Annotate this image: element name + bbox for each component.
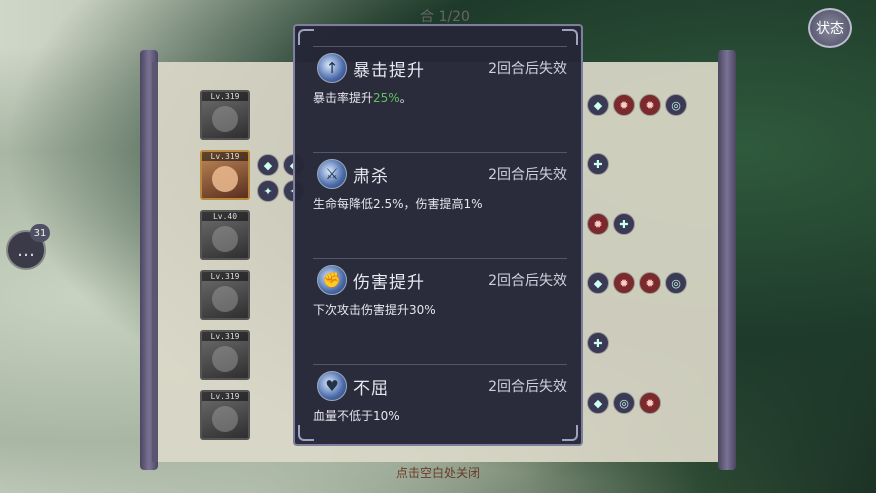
hero-level: Lv.319 [202,332,248,341]
hero-portrait [212,226,238,252]
buff-duration: 2回合后失效 [488,273,567,289]
enemy-buff-row: ◆ ◎ ✹ [587,392,661,414]
buff-name: 肃杀 [353,166,389,187]
buff-entry: ♥ 不屈 2回合后失效 血量不低于10% [313,364,567,424]
buff-status-icon[interactable]: ✹ [639,392,661,414]
hero-portrait [212,406,238,432]
hero-slot[interactable]: Lv.319 [200,90,250,140]
dismiss-hint[interactable]: 点击空白处关闭 [0,464,876,481]
hero-level: Lv.319 [202,272,248,281]
hero-slot[interactable]: Lv.319 [200,330,250,380]
buff-status-icon[interactable]: ✹ [613,94,635,116]
hero-level: Lv.319 [202,92,248,101]
enemy-buff-row: ✹ ✚ [587,213,635,235]
buff-entry: ✊ 伤害提升 2回合后失效 下次攻击伤害提升30% [313,258,567,318]
buff-entry: ↑ 暴击提升 2回合后失效 暴击率提升25%。 [313,46,567,106]
divider [313,46,567,47]
buff-description: 下次攻击伤害提升30% [313,303,436,317]
buff-description: 生命每降低2.5%，伤害提高1% [313,197,483,211]
popup-corner-ornament [562,425,578,441]
buff-status-icon[interactable]: ✚ [613,213,635,235]
buff-detail-popup[interactable]: ↑ 暴击提升 2回合后失效 暴击率提升25%。 ⚔ 肃杀 2回合后失效 生命每降… [293,24,583,446]
buff-entry: ⚔ 肃杀 2回合后失效 生命每降低2.5%，伤害提高1% [313,152,567,212]
hero-level: Lv.40 [202,212,248,221]
buff-status-icon[interactable]: ✹ [613,272,635,294]
crit-up-icon: ↑ [317,53,347,83]
scroll-rod-right [718,50,736,470]
enemy-buff-row: ◆ ✹ ✹ ◎ [587,272,687,294]
buff-status-icon[interactable]: ◆ [587,94,609,116]
enemy-buff-row: ◆ ✹ ✹ ◎ [587,94,687,116]
unyielding-icon: ♥ [317,371,347,401]
damage-up-icon: ✊ [317,265,347,295]
buff-status-icon[interactable]: ◆ [257,154,279,176]
buff-status-icon[interactable]: ✚ [587,153,609,175]
divider [313,364,567,365]
buff-description: 暴击率提升25%。 [313,91,412,105]
chat-badge: 31 [30,224,50,242]
buff-status-icon[interactable]: ◆ [587,272,609,294]
buff-status-icon[interactable]: ✹ [639,272,661,294]
buff-name: 不屈 [353,378,389,399]
hero-slot[interactable]: Lv.319 [200,270,250,320]
hero-portrait [212,346,238,372]
round-counter: 合 1/20 [420,9,470,25]
buff-status-icon[interactable]: ◎ [613,392,635,414]
buff-status-icon[interactable]: ◆ [587,392,609,414]
hero-slot[interactable]: Lv.319 [200,150,250,200]
status-button[interactable]: 状态 [808,8,852,48]
popup-corner-ornament [562,29,578,45]
buff-status-icon[interactable]: ✹ [639,94,661,116]
hero-slot[interactable]: Lv.319 [200,390,250,440]
buff-status-icon[interactable]: ✚ [587,332,609,354]
divider [313,152,567,153]
enemy-buff-row: ✚ [587,153,609,175]
slaughter-icon: ⚔ [317,159,347,189]
divider [313,258,567,259]
buff-duration: 2回合后失效 [488,379,567,395]
hero-level: Lv.319 [202,392,248,401]
hero-portrait [212,166,238,192]
popup-corner-ornament [298,425,314,441]
hero-level: Lv.319 [202,152,248,161]
buff-duration: 2回合后失效 [488,167,567,183]
buff-status-icon[interactable]: ✦ [257,180,279,202]
buff-status-icon[interactable]: ✹ [587,213,609,235]
buff-status-icon[interactable]: ◎ [665,94,687,116]
buff-name: 伤害提升 [353,272,425,293]
popup-corner-ornament [298,29,314,45]
buff-description: 血量不低于10% [313,409,400,423]
hero-portrait [212,286,238,312]
buff-duration: 2回合后失效 [488,61,567,77]
hero-slot[interactable]: Lv.40 [200,210,250,260]
buff-status-icon[interactable]: ◎ [665,272,687,294]
hero-portrait [212,106,238,132]
enemy-buff-row: ✚ [587,332,609,354]
buff-name: 暴击提升 [353,60,425,81]
